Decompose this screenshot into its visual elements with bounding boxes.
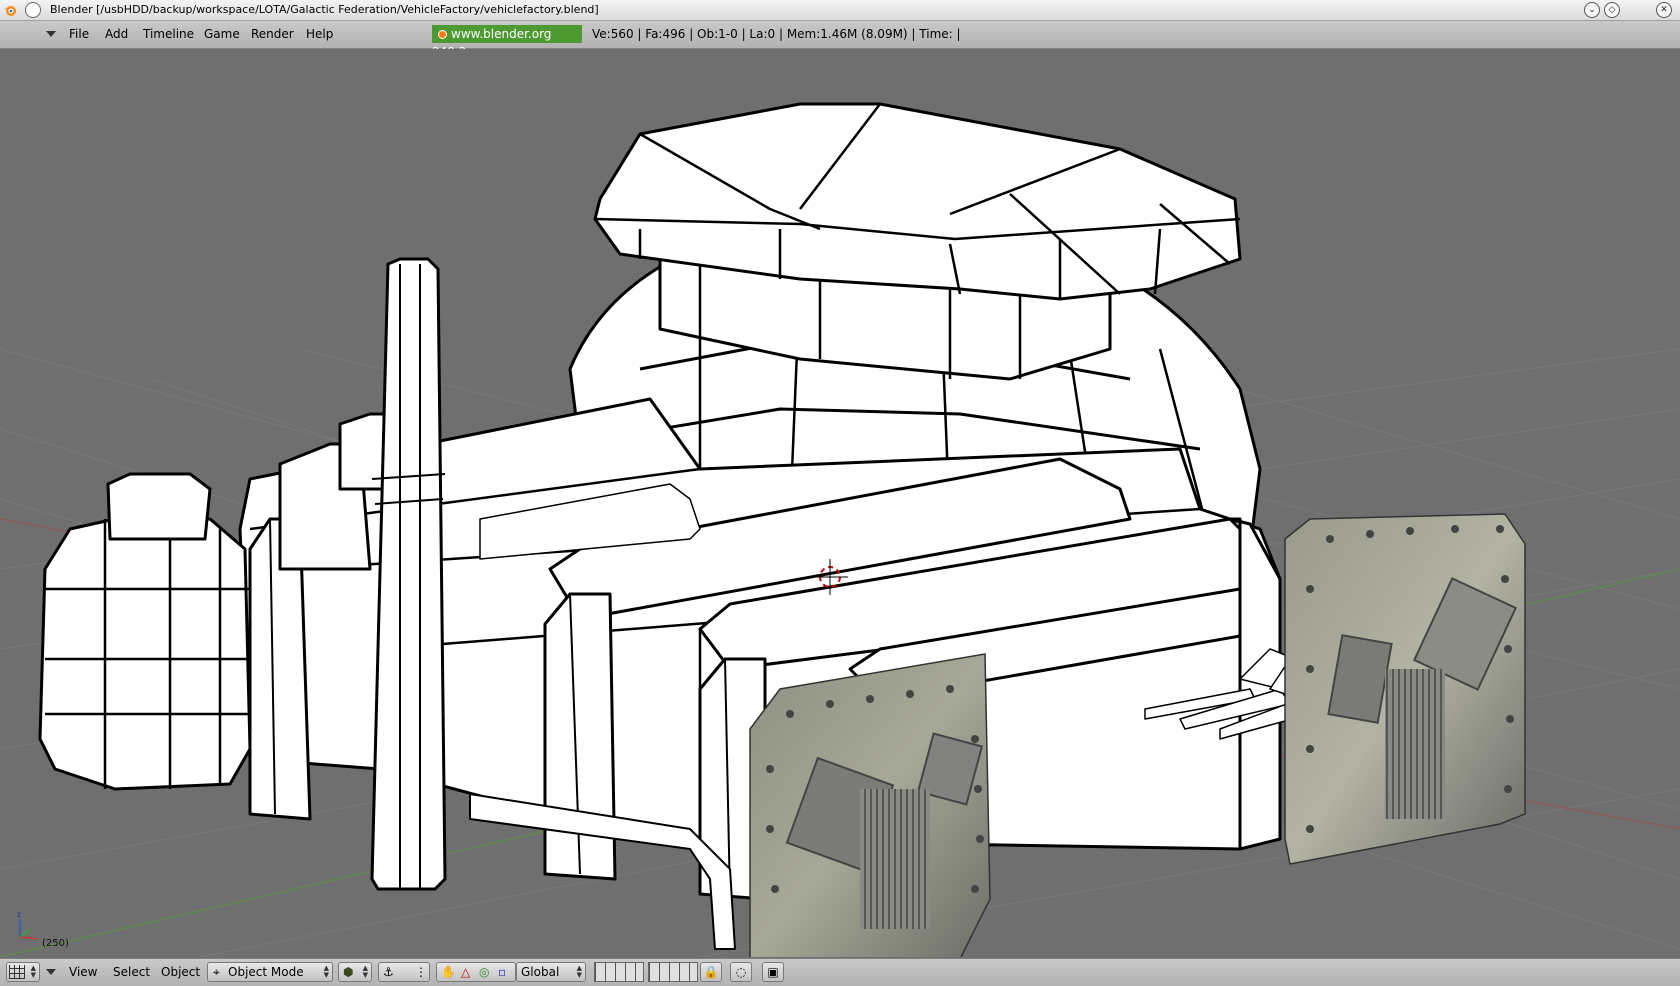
close-icon[interactable]: ✕ [1656, 2, 1672, 18]
pivot-icon: ⚓ [383, 965, 394, 979]
object-mode-icon: ⌖ [213, 965, 220, 979]
translate-icon[interactable]: △ [461, 963, 470, 981]
orientation-label: Global [521, 965, 560, 979]
storage-tank [38, 517, 252, 791]
manipulator-group[interactable]: ✋ △ ◎ ▫ [436, 962, 516, 982]
menu-select[interactable]: Select [113, 965, 150, 979]
maximize-icon[interactable]: ◇ [1604, 2, 1620, 18]
menu-add[interactable]: Add [105, 27, 128, 41]
view3d-header: ▲ ▼ View Select Object ⌖ Object Mode ▲ ▼ ⬢… [0, 958, 1680, 986]
render-preview-icon[interactable]: ▣ [762, 962, 784, 982]
editor-type-button[interactable]: ▲ ▼ [6, 962, 40, 982]
grid-icon [9, 965, 25, 979]
scene-render [0, 102, 1680, 957]
window-title: Blender [/usbHDD/backup/workspace/LOTA/G… [50, 3, 599, 16]
updown-icon: ▲ ▼ [323, 964, 329, 979]
blender-version-badge[interactable]: www.blender.org 249.2 [432, 25, 582, 59]
scale-icon[interactable]: ▫ [498, 963, 506, 981]
menu-timeline[interactable]: Timeline [143, 27, 194, 41]
draw-type-button[interactable]: ⬢ ▲ ▼ [338, 962, 372, 982]
menu-file[interactable]: File [69, 27, 89, 41]
minimize-icon[interactable]: ⌄ [1584, 2, 1600, 18]
metal-panel-front [749, 653, 991, 957]
tank-top [106, 472, 212, 541]
snap-icon: ⋮ [415, 965, 427, 979]
updown-icon: ▲ ▼ [30, 964, 36, 979]
render-icon[interactable]: ◌ [730, 962, 752, 982]
rotate-icon[interactable]: ◎ [479, 963, 489, 981]
metal-panel-right [1284, 513, 1526, 865]
menu-help[interactable]: Help [306, 27, 333, 41]
sphere-shading-icon: ⬢ [343, 965, 354, 979]
scene-stats: Ve:560 | Fa:496 | Ob:1-0 | La:0 | Mem:1.… [592, 27, 961, 41]
lock-icon[interactable]: 🔒 [700, 962, 722, 982]
menu-render[interactable]: Render [251, 27, 294, 41]
mode-label: Object Mode [228, 965, 304, 979]
orientation-selector[interactable]: Global ▲ ▼ [516, 962, 586, 982]
blender-logo-icon [438, 30, 447, 39]
updown-icon: ▲ ▼ [362, 964, 368, 979]
hand-icon[interactable]: ✋ [441, 963, 456, 981]
updown-icon: ▲ ▼ [576, 964, 582, 979]
layers-group-1[interactable] [594, 962, 644, 982]
header-collapse-icon[interactable] [46, 31, 56, 37]
window-menu-icon[interactable] [25, 2, 41, 18]
3d-viewport[interactable]: z (250) [0, 49, 1680, 957]
menu-game[interactable]: Game [204, 27, 240, 41]
menu-object[interactable]: Object [161, 965, 200, 979]
mode-selector[interactable]: ⌖ Object Mode ▲ ▼ [207, 962, 333, 982]
frame-counter: (250) [42, 938, 69, 949]
axis-orientation-icon: z [17, 910, 39, 940]
chimney [370, 257, 447, 891]
layers-group-2[interactable] [648, 962, 698, 982]
blender-logo-icon[interactable] [3, 3, 17, 17]
header-collapse-icon[interactable] [46, 969, 56, 975]
info-header: File Add Timeline Game Render Help www.b… [0, 21, 1680, 59]
svg-text:z: z [17, 910, 21, 919]
pivot-button[interactable]: ⚓ ⋮ [378, 962, 430, 982]
window-titlebar: Blender [/usbHDD/backup/workspace/LOTA/G… [0, 0, 1680, 21]
menu-view[interactable]: View [69, 965, 97, 979]
